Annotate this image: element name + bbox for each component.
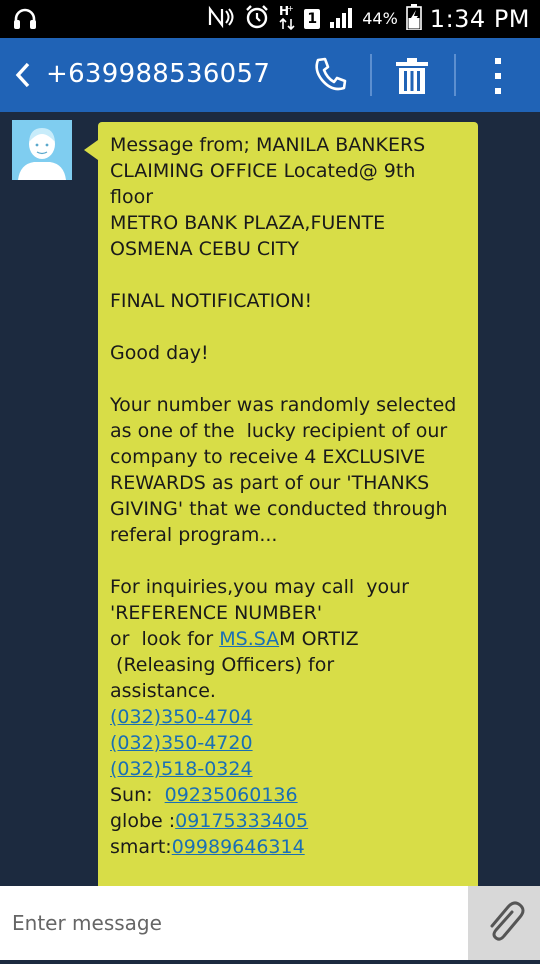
contact-number[interactable]: +639988536057 <box>46 59 270 89</box>
more-vert-icon[interactable] <box>480 54 516 98</box>
phone-link[interactable]: 09989646314 <box>172 836 305 858</box>
message-line: as one of the lucky recipient of our <box>110 420 448 442</box>
message-line: or look for MS.SAM ORTIZ <box>110 626 470 652</box>
clock-time: 1:34 PM <box>429 5 530 33</box>
phone-link[interactable]: (032)350-4704 <box>110 706 253 728</box>
message-line: Your number was randomly selected <box>110 394 457 416</box>
message-line: smart:09989646314 <box>110 834 470 860</box>
message-line: referal program... <box>110 524 278 546</box>
header-divider <box>454 54 456 96</box>
message-line: 'REFERENCE NUMBER' <box>110 602 323 624</box>
message-line: REWARDS as part of our 'THANKS <box>110 472 430 494</box>
message-line: FINAL NOTIFICATION! <box>110 290 313 312</box>
back-arrow-icon[interactable] <box>10 58 38 92</box>
status-bar: H + 1 44% 1:34 PM <box>0 0 540 38</box>
message-line: OSMENA CEBU CITY <box>110 238 299 260</box>
sim-icon: 1 <box>304 9 321 29</box>
header-divider <box>370 54 372 96</box>
message-input[interactable] <box>0 886 468 960</box>
signal-icon <box>328 6 354 32</box>
bubble-tail <box>84 140 98 160</box>
message-line: (032)350-4720 <box>110 730 470 756</box>
phone-link[interactable]: (032)518-0324 <box>110 758 253 780</box>
text-segment: or look for <box>110 628 220 650</box>
message-line: GIVING' that we conducted through <box>110 498 448 520</box>
svg-text:+: + <box>287 4 294 13</box>
message-line: assistance. <box>110 680 216 702</box>
message-line: Good day! <box>110 342 209 364</box>
message-line: floor <box>110 186 154 208</box>
message-line: CLAIMING OFFICE Located@ 9th <box>110 160 416 182</box>
carrier-label: globe : <box>110 810 176 832</box>
paperclip-icon[interactable] <box>468 886 540 960</box>
message-text: Message from; MANILA BANKERS CLAIMING OF… <box>110 132 470 860</box>
conversation-header: +639988536057 <box>0 38 540 112</box>
message-line: company to receive 4 EXCLUSIVE <box>110 446 426 468</box>
alarm-icon <box>244 4 270 34</box>
contact-avatar[interactable] <box>12 120 72 180</box>
battery-percent: 44% <box>362 9 398 28</box>
message-line: METRO BANK PLAZA,FUENTE <box>110 212 386 234</box>
hplus-data-icon: H + <box>278 3 296 35</box>
trash-icon[interactable] <box>394 56 430 96</box>
carrier-label: smart: <box>110 836 172 858</box>
phone-link[interactable]: 09175333405 <box>175 810 308 832</box>
message-line: (032)350-4704 <box>110 704 470 730</box>
message-line: For inquiries,you may call your <box>110 576 409 598</box>
message-line: Message from; MANILA BANKERS <box>110 134 426 156</box>
message-line: Sun: 09235060136 <box>110 782 470 808</box>
phone-link[interactable]: 09235060136 <box>165 784 298 806</box>
message-line: (Releasing Officers) for <box>110 654 335 676</box>
text-segment: M ORTIZ <box>279 628 359 650</box>
headset-icon <box>12 6 38 36</box>
message-line: (032)518-0324 <box>110 756 470 782</box>
name-link[interactable]: MS.SA <box>219 628 279 650</box>
carrier-label: Sun: <box>110 784 165 806</box>
message-composer <box>0 886 540 960</box>
phone-icon[interactable] <box>312 56 348 94</box>
battery-icon <box>405 4 422 34</box>
phone-link[interactable]: (032)350-4720 <box>110 732 253 754</box>
message-line: globe :09175333405 <box>110 808 470 834</box>
nfc-icon <box>206 5 236 33</box>
